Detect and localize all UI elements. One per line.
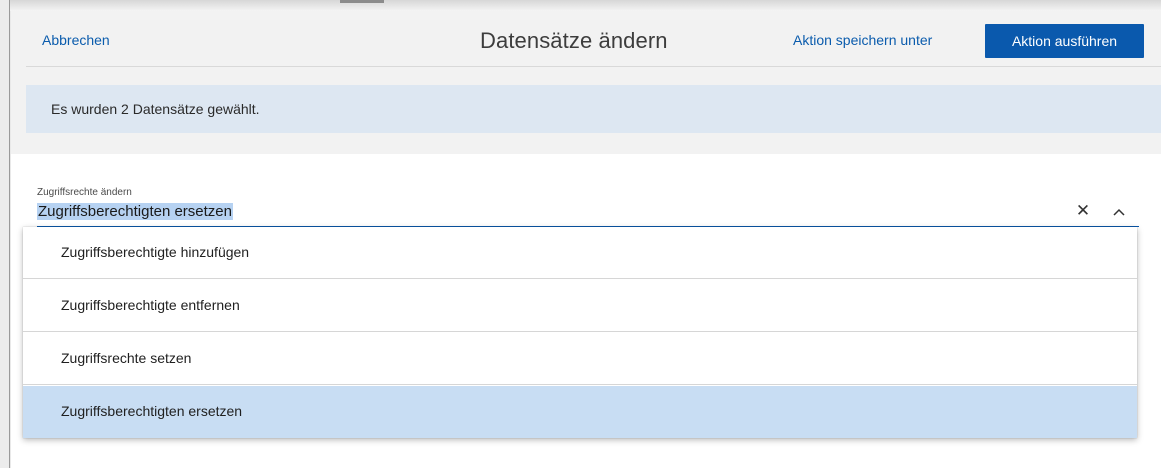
option-label: Zugriffsrechte setzen — [61, 350, 192, 366]
chevron-up-icon[interactable] — [1110, 202, 1128, 222]
access-rights-select[interactable]: Zugriffsberechtigten ersetzen — [37, 203, 233, 220]
dialog-header: Abbrechen Datensätze ändern Aktion speic… — [11, 11, 1161, 67]
dropdown-option-remove[interactable]: Zugriffsberechtigte entfernen — [23, 280, 1137, 332]
close-icon[interactable]: ✕ — [1074, 200, 1092, 222]
save-action-as-link[interactable]: Aktion speichern unter — [793, 32, 932, 48]
content-panel: Zugriffsrechte ändern Zugriffsberechtigt… — [11, 154, 1161, 468]
run-action-button[interactable]: Aktion ausführen — [985, 24, 1144, 58]
top-edge — [10, 0, 1161, 11]
header-divider — [26, 66, 1161, 67]
dropdown-option-set[interactable]: Zugriffsrechte setzen — [23, 333, 1137, 385]
access-rights-field-label: Zugriffsrechte ändern — [37, 187, 132, 198]
modify-records-dialog: Abbrechen Datensätze ändern Aktion speic… — [11, 11, 1161, 468]
cancel-link[interactable]: Abbrechen — [42, 32, 110, 48]
dropdown-option-add[interactable]: Zugriffsberechtigte hinzufügen — [23, 227, 1137, 279]
window-edge — [0, 0, 10, 468]
dropdown-option-replace[interactable]: Zugriffsberechtigten ersetzen — [23, 386, 1137, 438]
info-banner: Es wurden 2 Datensätze gewählt. — [26, 85, 1161, 133]
dialog-title: Datensätze ändern — [480, 28, 668, 53]
top-edge-mark — [340, 0, 384, 3]
option-label: Zugriffsberechtigten ersetzen — [61, 403, 243, 419]
info-message: Es wurden 2 Datensätze gewählt. — [51, 101, 260, 117]
option-label: Zugriffsberechtigte entfernen — [61, 297, 240, 313]
access-rights-dropdown: Zugriffsberechtigte hinzufügen Zugriffsb… — [23, 227, 1137, 438]
option-label: Zugriffsberechtigte hinzufügen — [61, 244, 250, 260]
